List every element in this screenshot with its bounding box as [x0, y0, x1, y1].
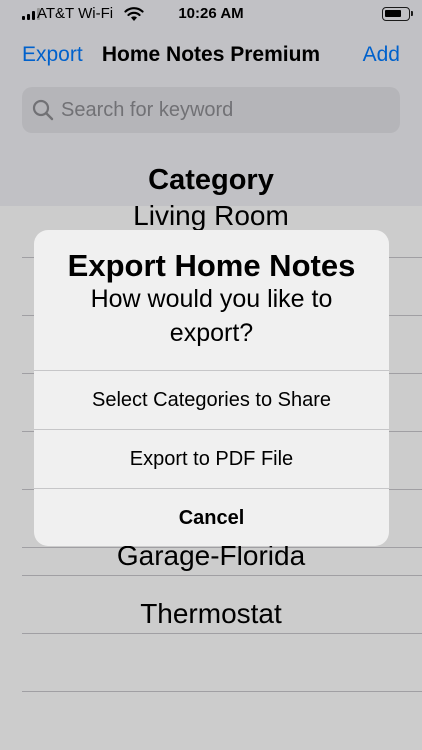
- cancel-label: Cancel: [178, 507, 245, 529]
- home-notes-screen: AT&T Wi-Fi 10:26 AM Export Home Notes Pr…: [0, 0, 422, 750]
- export-pdf-label: Export to PDF File: [129, 448, 294, 470]
- export-pdf-button[interactable]: Export to PDF File: [34, 429, 389, 487]
- alert-title: Export Home Notes: [67, 248, 356, 283]
- cancel-button[interactable]: Cancel: [34, 488, 389, 546]
- alert-message: How would you like to export?: [90, 285, 333, 347]
- select-categories-button[interactable]: Select Categories to Share: [34, 370, 389, 428]
- export-alert: Export Home Notes How would you like to …: [34, 230, 389, 546]
- select-categories-label: Select Categories to Share: [91, 389, 332, 411]
